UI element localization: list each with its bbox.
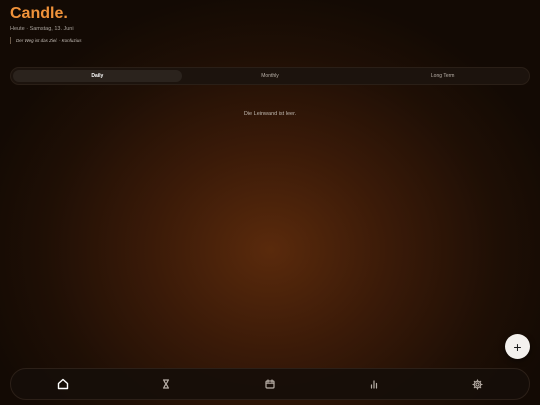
daily-quote: Der Weg ist das Ziel. - Konfuzius — [10, 37, 81, 44]
home-icon — [57, 378, 68, 390]
bar-chart-icon — [370, 380, 377, 389]
nav-home[interactable] — [48, 372, 78, 396]
hourglass-icon — [163, 379, 170, 389]
plus-icon: + — [513, 338, 522, 355]
nav-settings[interactable] — [462, 372, 492, 396]
nav-calendar[interactable] — [255, 372, 285, 396]
nav-stats[interactable] — [359, 372, 389, 396]
tab-daily[interactable]: Daily — [13, 70, 182, 82]
add-button[interactable]: + — [505, 334, 530, 359]
app-title: Candle. — [10, 5, 68, 22]
view-tabs: Daily Monthly Long Term — [10, 67, 530, 85]
calendar-icon — [265, 379, 275, 389]
tab-monthly[interactable]: Monthly — [186, 70, 355, 82]
nav-timer[interactable] — [151, 372, 181, 396]
empty-canvas-message: Die Leinwand ist leer. — [243, 111, 297, 117]
date-line: Heute · Samstag, 13. Juni — [10, 26, 74, 32]
gear-icon — [472, 378, 483, 390]
tab-long-term[interactable]: Long Term — [358, 70, 527, 82]
bottom-nav — [10, 368, 530, 400]
